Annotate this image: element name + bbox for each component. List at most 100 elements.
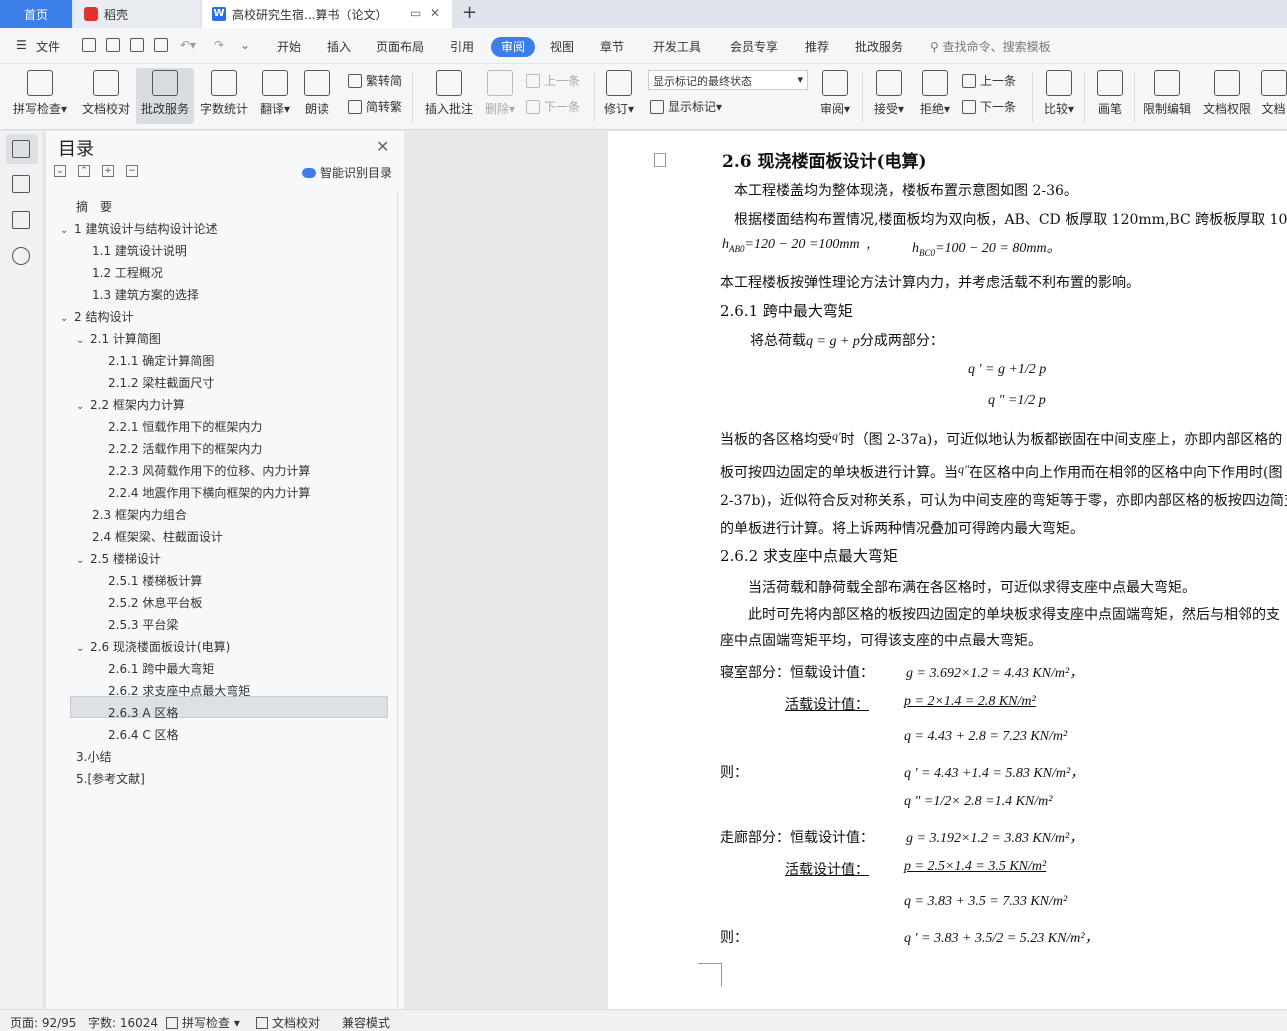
toc-item[interactable]: 摘 要	[76, 196, 112, 218]
tab-home[interactable]: 首页	[0, 0, 72, 28]
next-comment-button[interactable]: 下一条	[526, 98, 580, 115]
show-markup-button[interactable]: 显示标记 ▾	[650, 98, 722, 115]
simp-to-trad-button[interactable]: 简转繁	[348, 98, 402, 115]
spell-check-button[interactable]: 拼写检查▾	[10, 68, 70, 124]
pen-button[interactable]: 画笔	[1092, 68, 1128, 124]
toc-item[interactable]: 2.1.1 确定计算简图	[108, 350, 214, 372]
track-changes-button[interactable]: 修订▾	[600, 68, 638, 124]
toc-item[interactable]: ⌄ 2.2 框架内力计算	[76, 394, 185, 416]
chapter-nav-icon[interactable]	[12, 175, 30, 193]
menu-review[interactable]: 审阅	[491, 37, 535, 57]
menu-view[interactable]: 视图	[550, 38, 574, 55]
menu-file[interactable]: 文件	[36, 38, 60, 55]
toc-panel-icon[interactable]	[12, 140, 30, 158]
delete-comment-button[interactable]: 删除▾	[482, 68, 518, 124]
prev-comment-button[interactable]: 上一条	[526, 72, 580, 89]
reject-button[interactable]: 拒绝▾	[916, 68, 954, 124]
toc-item[interactable]: 2.2.3 风荷载作用下的位移、内力计算	[108, 460, 310, 482]
toc-item[interactable]: ⌄ 1 建筑设计与结构设计论述	[60, 218, 217, 240]
paragraph-marker-icon[interactable]	[654, 153, 666, 167]
toc-item[interactable]: 5.[参考文献]	[76, 768, 145, 790]
chevron-down-icon[interactable]: ⌄	[76, 330, 90, 352]
toc-item-selected[interactable]: ⌄ 2.6 现浇楼面板设计(电算)	[76, 636, 230, 658]
remove-heading-icon[interactable]: −	[126, 165, 138, 177]
toc-item[interactable]: ⌄ 2 结构设计	[60, 306, 133, 328]
tab-close-icon[interactable]: ✕	[430, 6, 440, 20]
chevron-down-icon[interactable]: ⌄	[76, 396, 90, 418]
markup-mode-select[interactable]: 显示标记的最终状态 ▾	[648, 70, 808, 90]
status-doc-check[interactable]: 文档校对	[256, 1014, 320, 1031]
page-indicator[interactable]: 页面: 92/95	[10, 1014, 76, 1031]
command-search[interactable]: ⚲ 查找命令、搜索模板	[930, 38, 1051, 55]
doc-rights-button[interactable]: 文档权限	[1200, 68, 1254, 124]
toc-item[interactable]: 2.6.1 跨中最大弯矩	[108, 658, 214, 680]
restrict-edit-button[interactable]: 限制编辑	[1140, 68, 1194, 124]
toc-item[interactable]: 1.2 工程概况	[92, 262, 163, 284]
toc-item[interactable]: ⌄ 2.5 楼梯设计	[76, 548, 161, 570]
chevron-down-icon[interactable]: ⌄	[76, 550, 90, 572]
toc-item[interactable]: ⌄ 2.1 计算简图	[76, 328, 161, 350]
smart-toc-button[interactable]: 智能识别目录	[302, 164, 392, 181]
prev-change-button[interactable]: 上一条	[962, 72, 1016, 89]
review-service-button[interactable]: 批改服务	[136, 68, 194, 124]
next-change-button[interactable]: 下一条	[962, 98, 1016, 115]
document-page[interactable]: 2.6 现浇楼面板设计(电算) 本工程楼盖均为整体现浇，楼板布置示意图如图 2-…	[608, 131, 1287, 1009]
collapse-all-icon[interactable]: ⌄	[54, 165, 66, 177]
toc-item[interactable]: 3.小结	[76, 746, 111, 768]
menu-page-layout[interactable]: 页面布局	[376, 38, 424, 55]
toc-item[interactable]: 1.3 建筑方案的选择	[92, 284, 199, 306]
status-spell-check[interactable]: 拼写检查 ▾	[166, 1014, 240, 1031]
compare-button[interactable]: 比较▾	[1040, 68, 1078, 124]
word-count-indicator[interactable]: 字数: 16024	[88, 1014, 158, 1031]
toc-item[interactable]: 1.1 建筑设计说明	[92, 240, 187, 262]
menu-insert[interactable]: 插入	[327, 38, 351, 55]
doc-more-button[interactable]: 文档	[1260, 68, 1287, 124]
save-icon[interactable]	[82, 38, 96, 52]
expand-all-icon[interactable]: ⌃	[78, 165, 90, 177]
toc-item[interactable]: 2.2.1 恒载作用下的框架内力	[108, 416, 262, 438]
chevron-down-icon[interactable]: ⌄	[76, 638, 90, 660]
print-preview-icon[interactable]	[154, 38, 168, 52]
toc-item[interactable]: 2.1.2 梁柱截面尺寸	[108, 372, 214, 394]
word-count-button[interactable]: 字数统计	[198, 68, 250, 124]
chevron-down-icon[interactable]: ⌄	[60, 308, 74, 330]
toc-item[interactable]: 2.4 框架梁、柱截面设计	[92, 526, 223, 548]
export-pdf-icon[interactable]	[106, 38, 120, 52]
accept-button[interactable]: 接受▾	[870, 68, 908, 124]
menu-reference[interactable]: 引用	[450, 38, 474, 55]
toc-item[interactable]: 2.5.3 平台梁	[108, 614, 178, 636]
insert-comment-button[interactable]: 插入批注	[422, 68, 476, 124]
toc-item[interactable]: 2.3 框架内力组合	[92, 504, 187, 526]
toc-item[interactable]: 2.6.2 求支座中点最大弯矩	[108, 680, 250, 702]
menu-recommend[interactable]: 推荐	[805, 38, 829, 55]
review-pane-button[interactable]: 审阅▾	[816, 68, 854, 124]
menu-start[interactable]: 开始	[277, 38, 301, 55]
chevron-down-icon[interactable]: ⌄	[60, 220, 74, 242]
toc-item[interactable]: 2.2.4 地震作用下横向框架的内力计算	[108, 482, 310, 504]
toc-item[interactable]: 2.6.3 A 区格	[108, 702, 178, 724]
doc-check-button[interactable]: 文档校对	[78, 68, 134, 124]
menu-member[interactable]: 会员专享	[730, 38, 778, 55]
toc-item[interactable]: 2.5.2 休息平台板	[108, 592, 202, 614]
translate-button[interactable]: 翻译▾	[256, 68, 294, 124]
menu-correction-service[interactable]: 批改服务	[855, 38, 903, 55]
bookmark-icon[interactable]	[12, 211, 30, 229]
toc-item[interactable]: 2.2.2 活载作用下的框架内力	[108, 438, 262, 460]
redo-icon[interactable]: ↷	[214, 38, 224, 52]
toc-item[interactable]: 2.5.1 楼梯板计算	[108, 570, 202, 592]
add-heading-icon[interactable]: +	[102, 165, 114, 177]
close-icon[interactable]: ✕	[376, 137, 389, 156]
quick-access-more-icon[interactable]: ⌄	[240, 38, 250, 52]
tab-pin-icon[interactable]: ▭	[410, 6, 421, 20]
trad-to-simp-button[interactable]: 繁转简	[348, 72, 402, 89]
toc-item[interactable]: 2.6.4 C 区格	[108, 724, 179, 746]
read-aloud-button[interactable]: 朗读	[300, 68, 334, 124]
hamburger-menu-icon[interactable]: ☰	[16, 38, 27, 52]
tab-daoke[interactable]: 稻壳	[74, 0, 200, 28]
new-tab-plus-icon[interactable]: +	[462, 2, 477, 23]
print-icon[interactable]	[130, 38, 144, 52]
search-icon[interactable]	[12, 247, 30, 265]
undo-icon[interactable]: ↶▾	[180, 38, 196, 52]
menu-chapter[interactable]: 章节	[600, 38, 624, 55]
menu-developer[interactable]: 开发工具	[653, 38, 701, 55]
